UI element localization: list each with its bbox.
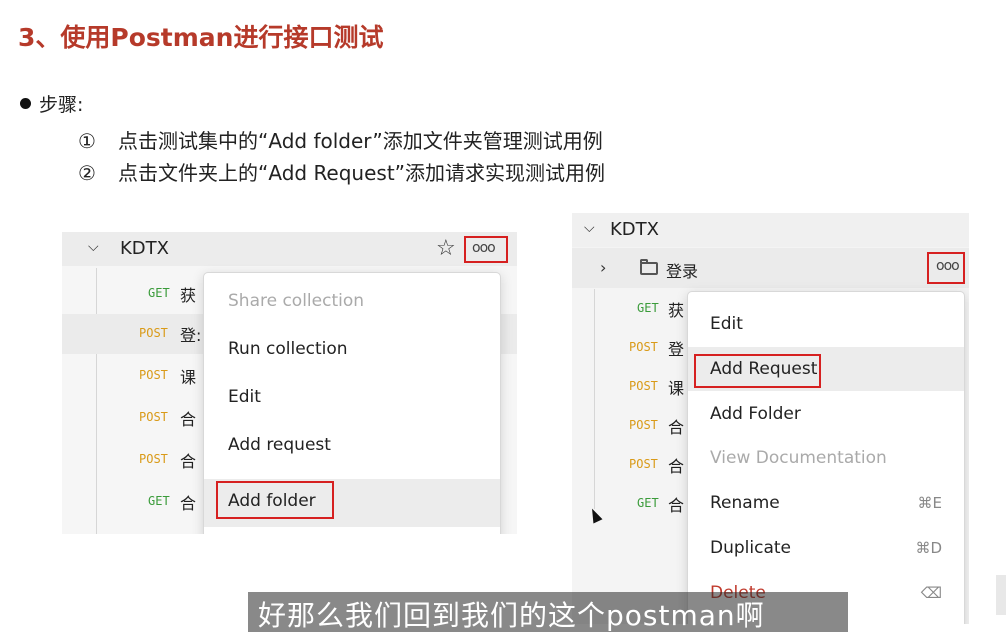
collection-header[interactable]: ⌵ KDTX: [572, 213, 969, 247]
menu-item-add-folder[interactable]: Add Folder: [688, 392, 964, 436]
menu-label: Add Folder: [710, 404, 801, 424]
method-badge: POST: [139, 452, 168, 466]
method-badge: POST: [629, 379, 658, 393]
left-postman-panel: ⌵ KDTX ☆ ooo GET 获 POST 登: POST 课 POST 合…: [62, 232, 517, 534]
method-badge: GET: [637, 301, 659, 315]
menu-item-rename[interactable]: Rename ⌘E: [688, 481, 964, 525]
more-options-icon[interactable]: ooo: [936, 258, 960, 274]
request-name: 合: [180, 452, 197, 471]
request-name: 获: [668, 301, 685, 320]
method-badge: POST: [629, 457, 658, 471]
steps-heading: 步骤:: [20, 90, 83, 117]
method-badge: POST: [629, 418, 658, 432]
request-name: 课: [668, 379, 685, 398]
request-name: 课: [180, 368, 197, 387]
right-postman-panel: ⌵ KDTX › 登录 ooo GET 获 POST 登 POST 课 POST…: [572, 213, 969, 624]
chevron-down-icon[interactable]: ⌵: [584, 220, 595, 236]
chevron-right-icon[interactable]: ›: [600, 258, 606, 277]
step-2: ② 点击文件夹上的“Add Request”添加请求实现测试用例: [78, 157, 605, 186]
collection-context-menu: Share collection Run collection Edit Add…: [203, 272, 501, 534]
menu-label: Add request: [228, 435, 331, 455]
folder-row[interactable]: › 登录 ooo: [572, 248, 969, 288]
request-name: 合: [180, 410, 197, 429]
star-icon[interactable]: ☆: [436, 236, 456, 261]
menu-item-duplicate[interactable]: Duplicate ⌘D: [688, 526, 964, 570]
delete-key-icon: ⌫: [920, 584, 942, 602]
method-badge: GET: [148, 494, 170, 508]
menu-label: Duplicate: [710, 538, 791, 558]
steps-label: 步骤:: [39, 94, 84, 116]
subtitle-text: 好那么我们回到我们的这个postman啊: [258, 599, 765, 632]
menu-label: View Documentation: [710, 448, 887, 468]
menu-label: Run collection: [228, 339, 348, 359]
collection-name: KDTX: [610, 219, 659, 240]
method-badge: POST: [139, 410, 168, 424]
menu-item-share-collection[interactable]: Share collection: [204, 291, 500, 331]
chevron-down-icon[interactable]: ⌵: [88, 239, 99, 255]
collection-header[interactable]: ⌵ KDTX ☆ ooo: [62, 232, 517, 266]
more-options-icon[interactable]: ooo: [472, 240, 496, 256]
folder-context-menu: Edit Add Request Add Folder View Documen…: [687, 291, 965, 624]
request-name: 登:: [180, 326, 202, 345]
step-1-number: ①: [78, 129, 96, 153]
menu-label: Edit: [710, 314, 743, 334]
edge-fragment: [996, 575, 1006, 615]
request-name: 合: [180, 494, 197, 513]
menu-item-view-documentation[interactable]: View Documentation: [688, 436, 964, 480]
highlight-box: [694, 354, 821, 388]
method-badge: POST: [139, 326, 168, 340]
step-1: ① 点击测试集中的“Add folder”添加文件夹管理测试用例: [78, 125, 603, 154]
step-2-text: 点击文件夹上的“Add Request”添加请求实现测试用例: [118, 161, 606, 185]
menu-item-edit[interactable]: Edit: [688, 302, 964, 346]
method-badge: GET: [637, 496, 659, 510]
bullet-icon: [20, 98, 31, 109]
step-2-number: ②: [78, 161, 96, 185]
request-name: 合: [668, 496, 685, 515]
method-badge: GET: [148, 286, 170, 300]
shortcut-label: ⌘D: [915, 539, 942, 557]
menu-item-edit[interactable]: Edit: [204, 387, 500, 427]
method-badge: POST: [629, 340, 658, 354]
request-name: 合: [668, 418, 685, 437]
step-1-text: 点击测试集中的“Add folder”添加文件夹管理测试用例: [118, 129, 603, 153]
slide-title: 3、使用Postman进行接口测试: [18, 23, 384, 52]
tree-guide: [594, 289, 595, 509]
request-name: 合: [668, 457, 685, 476]
folder-name: 登录: [666, 262, 699, 281]
menu-label: Edit: [228, 387, 261, 407]
menu-label: Share collection: [228, 291, 365, 311]
request-name: 登: [668, 340, 685, 359]
menu-item-add-request[interactable]: Add request: [204, 435, 500, 475]
collection-name: KDTX: [120, 238, 169, 259]
request-name: 获: [180, 286, 197, 305]
folder-icon: [640, 262, 658, 275]
menu-label: Rename: [710, 493, 780, 513]
video-subtitle: 好那么我们回到我们的这个postman啊: [248, 592, 848, 632]
highlight-box: [216, 481, 334, 519]
menu-item-run-collection[interactable]: Run collection: [204, 339, 500, 379]
method-badge: POST: [139, 368, 168, 382]
shortcut-label: ⌘E: [917, 494, 942, 512]
